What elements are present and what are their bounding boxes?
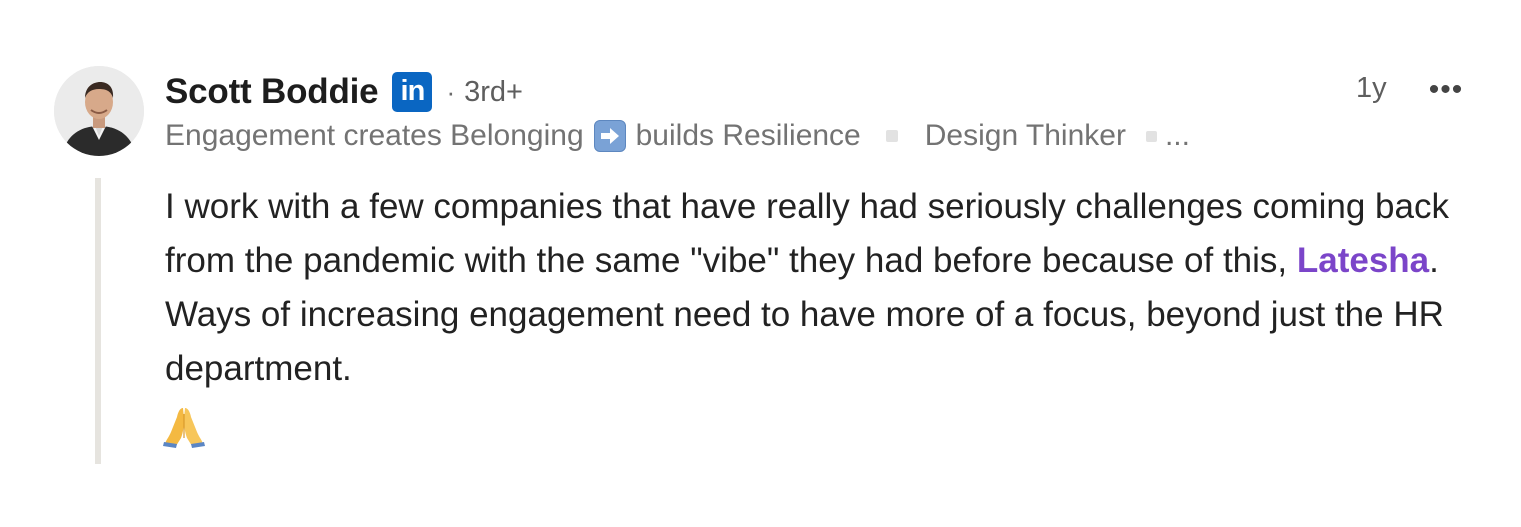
right-arrow-emoji-icon bbox=[593, 120, 626, 152]
headline-part-3: Design Thinker bbox=[924, 119, 1126, 152]
comment-text: I work with a few companies that have re… bbox=[165, 180, 1465, 396]
headline-separator-square bbox=[1145, 130, 1157, 142]
headline-part-1: Engagement creates Belonging bbox=[165, 119, 584, 152]
comment-timestamp: 1y bbox=[1356, 72, 1387, 104]
author-name-link[interactable]: Scott Boddie bbox=[165, 72, 379, 112]
thread-line bbox=[95, 178, 101, 464]
mention-link[interactable]: Latesha bbox=[1297, 241, 1429, 280]
headline-part-2: builds Resilience bbox=[635, 119, 861, 152]
more-options-button[interactable]: ••• bbox=[1420, 70, 1472, 110]
comment-text-part-1: I work with a few companies that have re… bbox=[165, 187, 1449, 280]
author-avatar[interactable] bbox=[54, 66, 144, 156]
comment-header: Scott Boddie in · 3rd+ bbox=[165, 68, 523, 116]
headline-overflow: ... bbox=[1164, 119, 1190, 152]
headline-separator-square bbox=[885, 130, 898, 142]
separator-dot: · bbox=[446, 76, 456, 107]
comment-card: Scott Boddie in · 3rd+ Engagement create… bbox=[0, 0, 1521, 527]
avatar-photo-icon bbox=[54, 66, 144, 156]
connection-degree: 3rd+ bbox=[464, 75, 523, 108]
author-headline: Engagement creates Belonging builds Resi… bbox=[165, 114, 1190, 158]
folded-hands-emoji-icon bbox=[163, 408, 205, 448]
linkedin-icon: in bbox=[392, 72, 433, 112]
